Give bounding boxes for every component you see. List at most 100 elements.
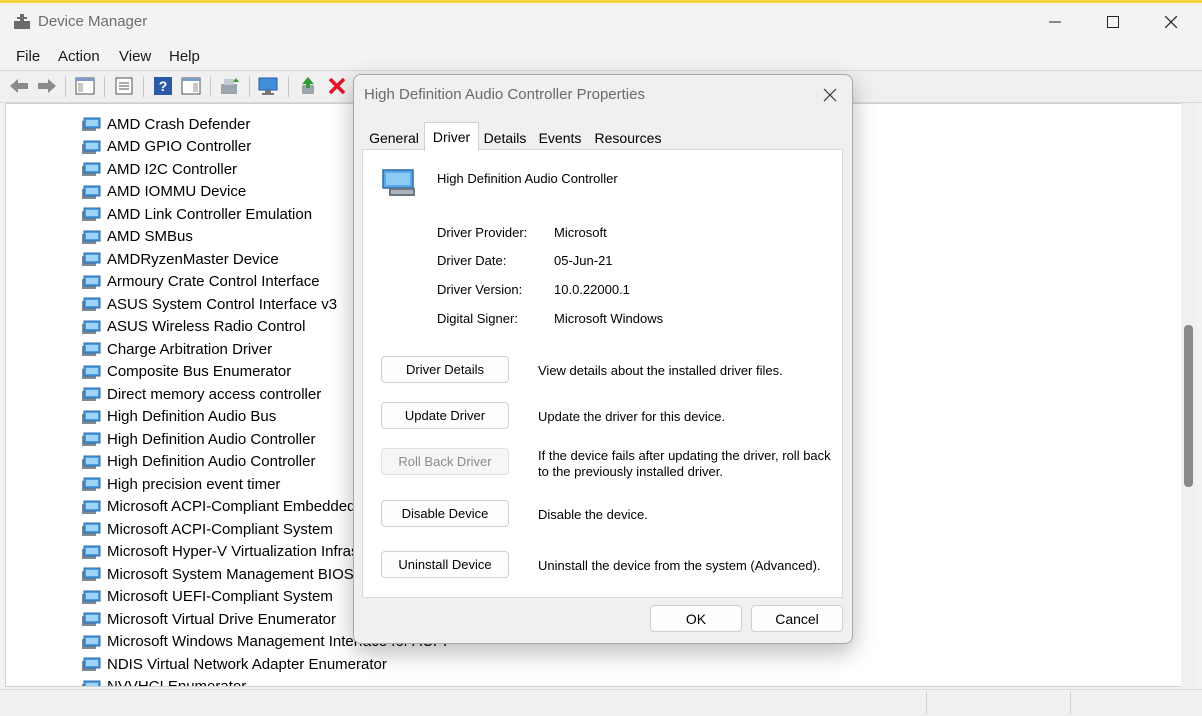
system-device-icon: [82, 162, 101, 176]
system-device-icon: [82, 342, 101, 356]
tree-item[interactable]: Microsoft UEFI-Compliant System: [81, 586, 333, 608]
driver-provider-label: Driver Provider:: [437, 225, 528, 240]
tree-item-label: AMD Crash Defender: [107, 115, 251, 133]
tree-item[interactable]: AMD IOMMU Device: [81, 181, 246, 203]
tree-item[interactable]: High Definition Audio Controller: [81, 451, 315, 473]
tree-item[interactable]: AMD SMBus: [81, 226, 193, 248]
tree-item[interactable]: High precision event timer: [81, 473, 280, 495]
driver-details-button[interactable]: Driver Details: [381, 356, 509, 383]
tree-item-label: AMD GPIO Controller: [107, 138, 252, 155]
tab-general[interactable]: General: [366, 127, 422, 149]
tree-item[interactable]: AMD Link Controller Emulation: [81, 203, 312, 225]
forward-button[interactable]: [36, 75, 58, 97]
tree-item[interactable]: Composite Bus Enumerator: [81, 361, 291, 383]
system-device-icon: [82, 252, 101, 266]
tree-item[interactable]: High Definition Audio Controller: [81, 428, 315, 450]
window-title: Device Manager: [38, 13, 148, 30]
menu-help[interactable]: Help: [169, 48, 200, 65]
uninstall-device-button[interactable]: Uninstall Device: [381, 551, 509, 578]
tree-item-label: Composite Bus Enumerator: [107, 363, 292, 380]
tree-item[interactable]: Direct memory access controller: [81, 383, 321, 405]
enable-device-button[interactable]: [298, 75, 320, 97]
tree-item[interactable]: AMD GPIO Controller: [81, 136, 251, 158]
device-manager-app-icon: [14, 14, 30, 29]
tab-driver[interactable]: Driver: [424, 122, 479, 151]
tree-item-label: Armoury Crate Control Interface: [107, 273, 320, 290]
system-device-icon: [82, 365, 101, 379]
toolbar-separator: [249, 76, 250, 97]
tree-item[interactable]: ASUS System Control Interface v3: [81, 293, 337, 315]
update-driver-button[interactable]: Update Driver: [381, 402, 509, 429]
tree-item-label: Charge Arbitration Driver: [107, 340, 273, 358]
tree-item[interactable]: AMD Crash Defender: [81, 113, 250, 135]
scrollbar-thumb[interactable]: [1184, 325, 1193, 487]
tree-item[interactable]: NVVHCI Enumerator: [81, 676, 246, 686]
tab-resources[interactable]: Resources: [592, 127, 664, 149]
tree-item-label: NDIS Virtual Network Adapter Enumerator: [107, 655, 387, 673]
system-device-icon: [82, 387, 101, 401]
action-pane-icon: [181, 77, 201, 95]
tree-item[interactable]: Microsoft ACPI-Compliant Embedded: [81, 496, 355, 518]
status-divider: [1070, 692, 1071, 714]
tree-item[interactable]: High Definition Audio Bus: [81, 406, 276, 428]
update-driver-button[interactable]: [219, 75, 241, 97]
properties-dialog: High Definition Audio Controller Propert…: [353, 74, 853, 644]
tree-item-label: High precision event timer: [107, 475, 281, 493]
toolbar-separator: [143, 76, 144, 97]
uninstall-device-description: Uninstall the device from the system (Ad…: [538, 558, 821, 573]
tree-item-label: Microsoft ACPI-Compliant System: [107, 520, 333, 538]
back-button[interactable]: [8, 75, 30, 97]
menu-bar: File Action View Help: [0, 40, 1202, 70]
scan-hardware-button[interactable]: [258, 75, 280, 97]
tree-item[interactable]: ASUS Wireless Radio Control: [81, 316, 305, 338]
menu-view[interactable]: View: [119, 48, 151, 65]
tree-item-label: AMD IOMMU Device: [107, 183, 247, 200]
device-name: High Definition Audio Controller: [437, 171, 618, 186]
disable-device-button[interactable]: Disable Device: [381, 500, 509, 527]
tree-item[interactable]: AMD I2C Controller: [81, 158, 237, 180]
tree-item-label: AMD I2C Controller: [107, 160, 238, 178]
help-icon: ?: [154, 77, 172, 95]
roll-back-driver-button[interactable]: Roll Back Driver: [381, 448, 509, 475]
tree-item-label: Microsoft UEFI-Compliant System: [107, 588, 333, 605]
tree-item[interactable]: NDIS Virtual Network Adapter Enumerator: [81, 653, 387, 675]
title-bar[interactable]: Device Manager: [0, 3, 1202, 40]
driver-date-label: Driver Date:: [437, 253, 507, 268]
system-device-icon: [82, 477, 101, 491]
tab-events[interactable]: Events: [534, 127, 586, 149]
maximize-icon: [1107, 15, 1119, 28]
tree-item[interactable]: AMDRyzenMaster Device: [81, 248, 279, 270]
dialog-close-button[interactable]: [820, 85, 840, 105]
digital-signer-label: Digital Signer:: [437, 311, 518, 326]
tree-item[interactable]: Charge Arbitration Driver: [81, 338, 272, 360]
maximize-button[interactable]: [1084, 3, 1142, 40]
tree-item[interactable]: Microsoft System Management BIOS D: [81, 563, 369, 585]
menu-file[interactable]: File: [16, 48, 40, 65]
cancel-button[interactable]: Cancel: [751, 605, 843, 632]
minimize-button[interactable]: [1026, 3, 1084, 40]
tree-item[interactable]: Armoury Crate Control Interface: [81, 271, 320, 293]
properties-button[interactable]: [113, 75, 135, 97]
show-hide-console-tree-button[interactable]: [74, 75, 96, 97]
tab-details[interactable]: Details: [480, 127, 530, 149]
menu-action[interactable]: Action: [58, 48, 100, 65]
system-device-icon: [82, 657, 101, 671]
tree-item[interactable]: Microsoft ACPI-Compliant System: [81, 518, 333, 540]
uninstall-device-button[interactable]: [326, 75, 348, 97]
tree-item-label: Microsoft ACPI-Compliant Embedded: [107, 498, 356, 515]
ok-button[interactable]: OK: [650, 605, 742, 632]
digital-signer-value: Microsoft Windows: [554, 311, 664, 326]
toolbar-separator: [210, 76, 211, 97]
help-button[interactable]: ?: [152, 75, 174, 97]
tree-item[interactable]: Microsoft Hyper-V Virtualization Infras: [81, 541, 358, 563]
driver-tab-panel: High Definition Audio Controller Driver …: [362, 149, 843, 598]
system-device-icon: [82, 522, 101, 536]
tree-item[interactable]: Microsoft Virtual Drive Enumerator: [81, 608, 336, 630]
system-device-icon: [82, 410, 101, 424]
tree-item-label: High Definition Audio Bus: [107, 408, 277, 425]
close-button[interactable]: [1142, 3, 1200, 40]
minimize-icon: [1049, 21, 1061, 22]
system-device-icon: [82, 612, 101, 626]
action-pane-button[interactable]: [180, 75, 202, 97]
system-device-icon: [82, 545, 101, 559]
